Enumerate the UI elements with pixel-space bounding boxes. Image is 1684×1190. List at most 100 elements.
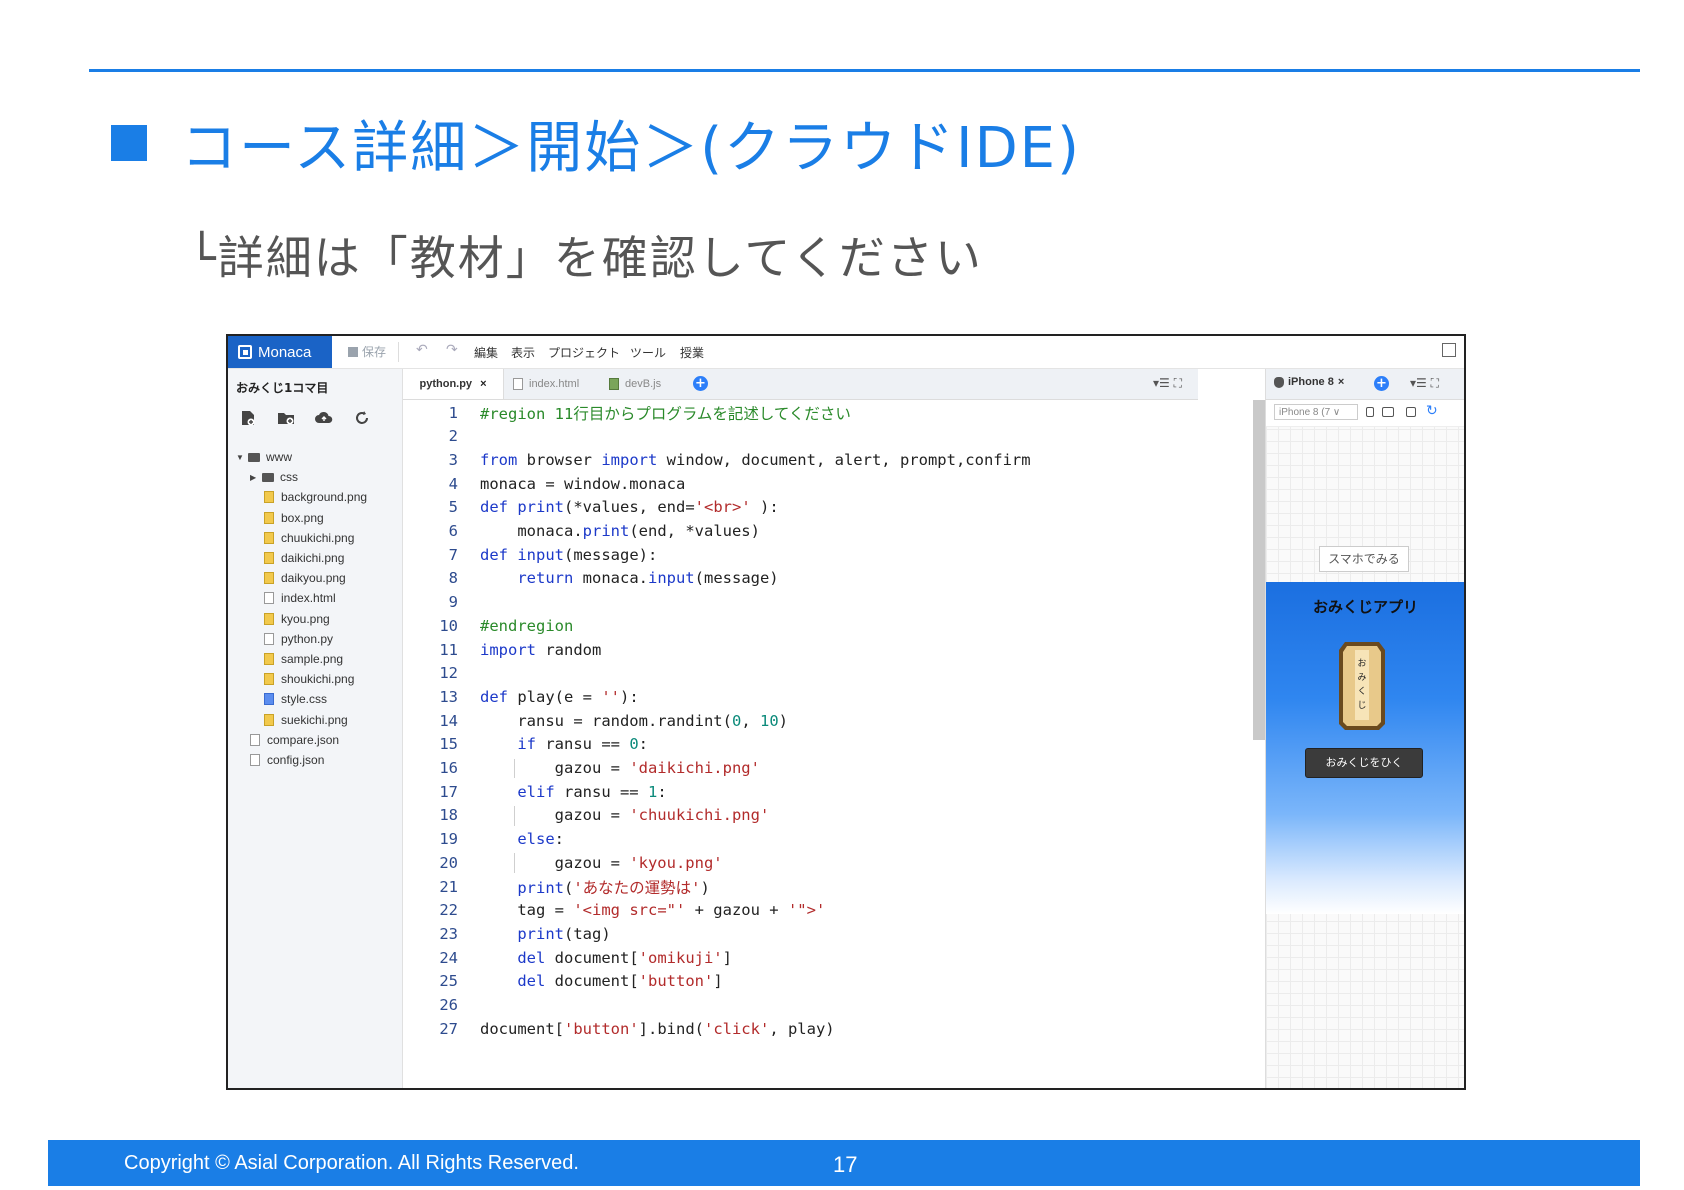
code-line[interactable]: 13 def play(e = ''):	[403, 684, 638, 709]
editor-tabbar: python.py × index.html devB.js + ▾☰ ⛶	[403, 369, 1198, 400]
tab-menu-icon[interactable]: ▾☰ ⛶	[1153, 376, 1182, 391]
code-line[interactable]: 25 del document['button']	[403, 969, 722, 994]
file-tree-item[interactable]: chuukichi.png	[236, 528, 367, 548]
reload-icon[interactable]: ↻	[1426, 403, 1438, 419]
omikuji-box-text-2: み	[1357, 672, 1366, 683]
code-line[interactable]: 2	[403, 424, 480, 449]
file-tree-item[interactable]: ▼ www	[236, 447, 367, 467]
code-line[interactable]: 26	[403, 993, 480, 1018]
line-number: 19	[439, 830, 458, 849]
code-text: return monaca.input(message)	[517, 569, 779, 588]
code-line[interactable]: 20 gazou = 'kyou.png'	[403, 850, 722, 875]
device-select[interactable]: iPhone 8 (7 ∨	[1274, 404, 1358, 420]
file-tree-item[interactable]: style.css	[236, 689, 367, 709]
line-number: 1	[448, 403, 458, 422]
file-tree-item[interactable]: compare.json	[236, 730, 367, 750]
upload-icon[interactable]	[314, 409, 334, 427]
img-file-icon	[264, 511, 274, 524]
screenshot-icon[interactable]	[1406, 407, 1416, 417]
refresh-icon[interactable]	[352, 409, 372, 427]
file-tree-item[interactable]: shoukichi.png	[236, 669, 367, 689]
code-text: elif ransu == 1:	[517, 782, 667, 801]
undo-icon[interactable]: ↶	[416, 342, 428, 358]
code-text: print('あなたの運勢は')	[517, 878, 710, 897]
code-line[interactable]: 11 import random	[403, 637, 601, 662]
file-tree-item[interactable]: index.html	[236, 588, 367, 608]
menu-project[interactable]: プロジェクト	[548, 344, 620, 361]
code-line[interactable]: 23 print(tag)	[403, 921, 611, 946]
file-tree-item[interactable]: suekichi.png	[236, 709, 367, 729]
menu-lesson[interactable]: 授業	[680, 344, 704, 361]
project-sidebar: おみくじ1コマ目 ▼ www ▶ css background.png box.png ch…	[228, 369, 403, 1088]
view-on-smartphone-button[interactable]: スマホでみる	[1319, 546, 1409, 572]
menu-view[interactable]: 表示	[511, 344, 535, 361]
footer-copyright: Copyright © Asial Corporation. All Right…	[124, 1152, 579, 1174]
close-icon[interactable]: ×	[480, 378, 486, 390]
file-tree-item[interactable]: daikichi.png	[236, 548, 367, 568]
line-number: 20	[439, 853, 458, 872]
file-tree-item[interactable]: python.py	[236, 629, 367, 649]
add-tab-icon[interactable]: +	[693, 376, 708, 391]
code-text: #region 11行目からプログラムを記述してください	[480, 404, 851, 423]
code-line[interactable]: 7 def input(message):	[403, 542, 658, 567]
preview-tabbar: iPhone 8 × + ▾☰ ⛶	[1266, 369, 1464, 400]
code-text: #endregion	[480, 616, 574, 635]
caret-right-icon[interactable]: ▶	[250, 473, 262, 482]
caret-down-icon[interactable]: ▼	[236, 453, 248, 462]
line-number: 5	[448, 498, 458, 517]
tab-index-html[interactable]: index.html	[513, 369, 579, 399]
code-line[interactable]: 10 #endregion	[403, 613, 573, 638]
code-text: else:	[517, 830, 564, 849]
code-editor[interactable]: 1 #region 11行目からプログラムを記述してください 2 3 from brow…	[403, 400, 1198, 1088]
menu-tools[interactable]: ツール	[630, 344, 666, 361]
code-line[interactable]: 16 gazou = 'daikichi.png'	[403, 756, 760, 781]
file-tree-item[interactable]: ▶ css	[236, 467, 367, 487]
line-number: 16	[439, 759, 458, 777]
code-text: print(tag)	[517, 924, 611, 943]
new-folder-icon[interactable]	[276, 409, 296, 427]
code-line[interactable]: 19 else:	[403, 827, 564, 852]
new-file-icon[interactable]	[238, 409, 258, 427]
close-icon[interactable]: ×	[1338, 376, 1344, 388]
code-line[interactable]: 21 print('あなたの運勢は')	[403, 874, 710, 899]
tab-iphone-8[interactable]: iPhone 8 ×	[1274, 376, 1344, 388]
code-line[interactable]: 22 tag = '<img src="' + gazou + '">'	[403, 898, 825, 923]
code-line[interactable]: 27 document['button'].bind('click', play)	[403, 1016, 834, 1041]
code-text: gazou = 'chuukichi.png'	[480, 806, 770, 825]
save-button[interactable]: 保存	[348, 343, 386, 360]
monaca-brand[interactable]: Monaca	[228, 336, 332, 368]
file-tree-item[interactable]: box.png	[236, 508, 367, 528]
file-tree-item[interactable]: background.png	[236, 487, 367, 507]
code-line[interactable]: 15 if ransu == 0:	[403, 732, 648, 757]
file-tree-item[interactable]: kyou.png	[236, 609, 367, 629]
code-line[interactable]: 17 elif ransu == 1:	[403, 779, 667, 804]
portrait-icon[interactable]	[1366, 407, 1374, 417]
code-line[interactable]: 14 ransu = random.randint(0, 10)	[403, 708, 788, 733]
code-line[interactable]: 6 monaca.print(end, *values)	[403, 519, 760, 544]
preview-menu-icon[interactable]: ▾☰ ⛶	[1410, 376, 1439, 391]
tab-devb-js[interactable]: devB.js	[609, 369, 661, 399]
code-line[interactable]: 3 from browser import window, document, a…	[403, 447, 1031, 472]
code-line[interactable]: 24 del document['omikuji']	[403, 945, 732, 970]
redo-icon[interactable]: ↷	[446, 342, 458, 358]
code-line[interactable]: 5 def print(*values, end='<br>' ):	[403, 495, 779, 520]
css-file-icon	[264, 693, 274, 706]
editor-scrollbar[interactable]	[1253, 400, 1265, 740]
file-tree-item[interactable]: daikyou.png	[236, 568, 367, 588]
code-text: from browser import window, document, al…	[480, 450, 1031, 469]
code-line[interactable]: 8 return monaca.input(message)	[403, 566, 779, 591]
window-toggle-icon[interactable]	[1442, 343, 1456, 357]
landscape-icon[interactable]	[1382, 407, 1394, 417]
code-line[interactable]: 9	[403, 590, 480, 615]
tab-python-py[interactable]: python.py ×	[403, 369, 504, 399]
code-line[interactable]: 12	[403, 661, 480, 686]
add-preview-icon[interactable]: +	[1374, 376, 1389, 391]
file-tree-item[interactable]: sample.png	[236, 649, 367, 669]
menu-edit[interactable]: 編集	[474, 344, 498, 361]
line-number: 7	[448, 545, 458, 564]
code-line[interactable]: 4 monaca = window.monaca	[403, 471, 686, 496]
code-line[interactable]: 18 gazou = 'chuukichi.png'	[403, 803, 769, 828]
draw-omikuji-button[interactable]: おみくじをひく	[1305, 748, 1423, 778]
file-tree-item[interactable]: config.json	[236, 750, 367, 770]
code-line[interactable]: 1 #region 11行目からプログラムを記述してください	[403, 400, 851, 425]
